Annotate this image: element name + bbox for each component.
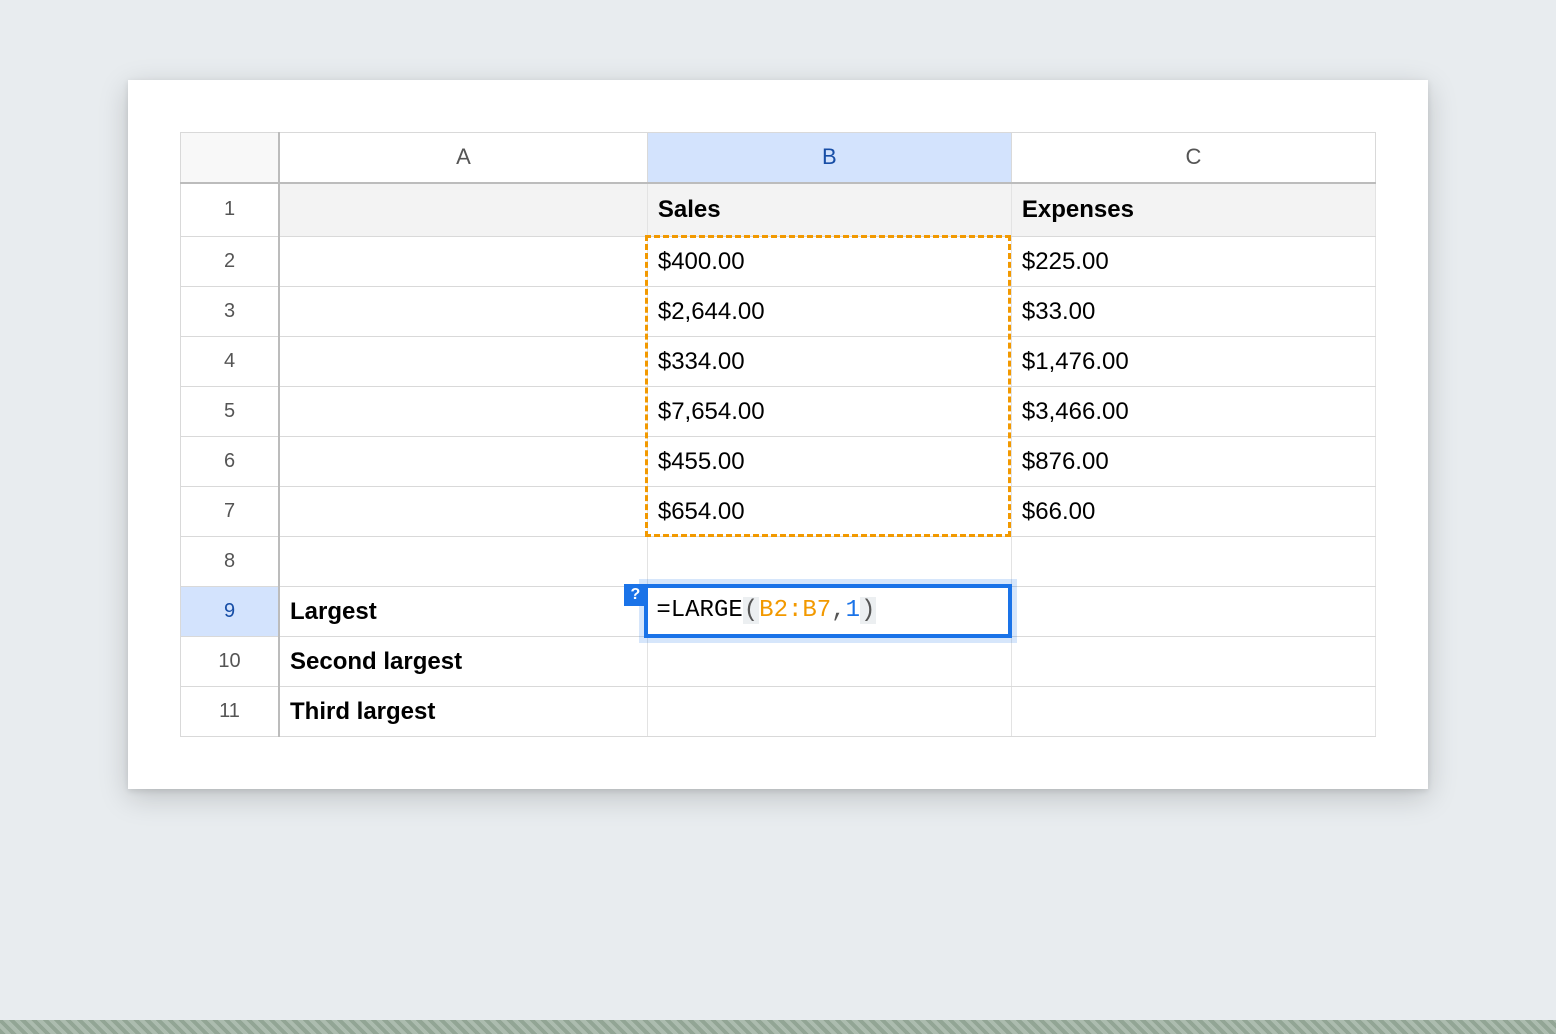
row-header-8[interactable]: 8 [181, 537, 280, 587]
row-header-1[interactable]: 1 [181, 183, 280, 237]
cell-A6[interactable] [279, 437, 647, 487]
cell-B1[interactable]: Sales [647, 183, 1011, 237]
cell-C7[interactable]: $66.00 [1011, 487, 1375, 537]
spreadsheet: A B C 1 Sales Expenses 2 $400.00 $225.00… [180, 132, 1376, 737]
cell-A8[interactable] [279, 537, 647, 587]
select-all-corner[interactable] [181, 133, 280, 183]
cell-C1[interactable]: Expenses [1011, 183, 1375, 237]
row-header-11[interactable]: 11 [181, 687, 280, 737]
cell-B5[interactable]: $7,654.00 [647, 387, 1011, 437]
decorative-bottom-band [0, 1020, 1556, 1034]
cell-A10[interactable]: Second largest [279, 637, 647, 687]
cell-A7[interactable] [279, 487, 647, 537]
row-10: 10 Second largest [181, 637, 1376, 687]
cell-B8[interactable] [647, 537, 1011, 587]
cell-B11[interactable] [647, 687, 1011, 737]
formula-close-paren: ) [860, 597, 876, 624]
cell-C10[interactable] [1011, 637, 1375, 687]
cell-C3[interactable]: $33.00 [1011, 287, 1375, 337]
cell-A3[interactable] [279, 287, 647, 337]
row-header-10[interactable]: 10 [181, 637, 280, 687]
row-8: 8 [181, 537, 1376, 587]
column-header-B[interactable]: B [647, 133, 1011, 183]
cell-A9[interactable]: Largest [279, 587, 647, 637]
cell-C11[interactable] [1011, 687, 1375, 737]
formula-range: B2:B7 [759, 597, 831, 624]
cell-B3[interactable]: $2,644.00 [647, 287, 1011, 337]
formula-text[interactable]: =LARGE(B2:B7,1) [648, 593, 884, 628]
formula-arg: 1 [846, 597, 860, 624]
row-5: 5 $7,654.00 $3,466.00 [181, 387, 1376, 437]
cell-B10[interactable] [647, 637, 1011, 687]
formula-func: =LARGE [656, 597, 742, 624]
row-header-2[interactable]: 2 [181, 237, 280, 287]
screenshot-card: A B C 1 Sales Expenses 2 $400.00 $225.00… [128, 80, 1428, 789]
formula-comma: , [831, 597, 845, 624]
grid-table: A B C 1 Sales Expenses 2 $400.00 $225.00… [180, 132, 1376, 737]
formula-open-paren: ( [743, 597, 759, 624]
row-header-6[interactable]: 6 [181, 437, 280, 487]
row-3: 3 $2,644.00 $33.00 [181, 287, 1376, 337]
cell-C4[interactable]: $1,476.00 [1011, 337, 1375, 387]
column-header-A[interactable]: A [279, 133, 647, 183]
row-6: 6 $455.00 $876.00 [181, 437, 1376, 487]
row-header-3[interactable]: 3 [181, 287, 280, 337]
cell-C5[interactable]: $3,466.00 [1011, 387, 1375, 437]
cell-B7[interactable]: $654.00 [647, 487, 1011, 537]
cell-A11[interactable]: Third largest [279, 687, 647, 737]
cell-B4[interactable]: $334.00 [647, 337, 1011, 387]
cell-A4[interactable] [279, 337, 647, 387]
row-4: 4 $334.00 $1,476.00 [181, 337, 1376, 387]
row-header-7[interactable]: 7 [181, 487, 280, 537]
cell-A2[interactable] [279, 237, 647, 287]
cell-A5[interactable] [279, 387, 647, 437]
row-11: 11 Third largest [181, 687, 1376, 737]
cell-C6[interactable]: $876.00 [1011, 437, 1375, 487]
active-cell-editor[interactable]: ? =LARGE(B2:B7,1) [644, 584, 1012, 638]
cell-A1[interactable] [279, 183, 647, 237]
cell-C8[interactable] [1011, 537, 1375, 587]
row-7: 7 $654.00 $66.00 [181, 487, 1376, 537]
formula-help-icon[interactable]: ? [624, 584, 646, 606]
row-header-4[interactable]: 4 [181, 337, 280, 387]
column-header-C[interactable]: C [1011, 133, 1375, 183]
cell-B2[interactable]: $400.00 [647, 237, 1011, 287]
row-2: 2 $400.00 $225.00 [181, 237, 1376, 287]
column-header-row: A B C [181, 133, 1376, 183]
cell-C9[interactable] [1011, 587, 1375, 637]
cell-C2[interactable]: $225.00 [1011, 237, 1375, 287]
row-header-9[interactable]: 9 [181, 587, 280, 637]
row-1: 1 Sales Expenses [181, 183, 1376, 237]
row-header-5[interactable]: 5 [181, 387, 280, 437]
cell-B6[interactable]: $455.00 [647, 437, 1011, 487]
